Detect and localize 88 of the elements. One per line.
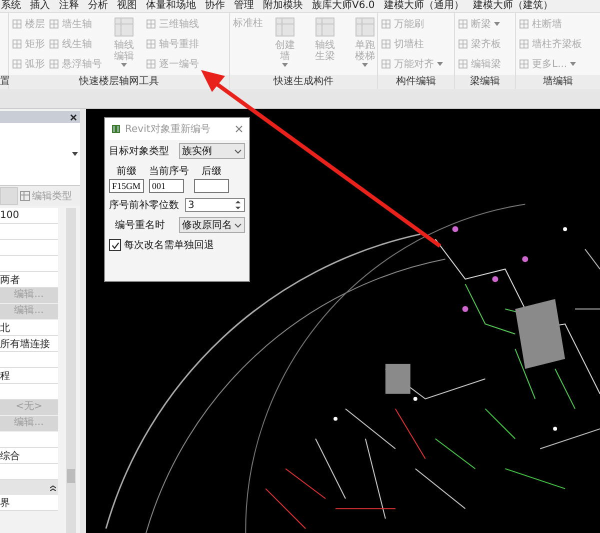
property-value[interactable] — [0, 256, 58, 272]
caret-icon[interactable] — [72, 152, 78, 156]
menu-item[interactable]: 插入 — [30, 0, 50, 12]
menu-item[interactable]: 管理 — [234, 0, 254, 12]
tool-icon — [458, 39, 468, 49]
panel-label: 构件编辑 — [378, 75, 454, 89]
tool-icon — [49, 59, 59, 69]
property-value[interactable]: 所有墙连接 — [0, 336, 58, 352]
property-value[interactable] — [0, 384, 58, 400]
checkbox[interactable] — [109, 239, 121, 251]
tool-icon — [519, 59, 529, 69]
tool-icon — [519, 19, 529, 29]
tool-icon — [146, 39, 156, 49]
panel-label: 墙编辑 — [516, 75, 600, 89]
property-value[interactable] — [0, 352, 58, 368]
field-label: 当前序号 — [149, 164, 189, 178]
section-header[interactable] — [0, 480, 58, 495]
spinner-arrows-icon — [234, 199, 242, 211]
property-value[interactable]: 100 — [0, 208, 58, 224]
menu-item[interactable]: 附加模块 — [263, 0, 303, 12]
property-value[interactable] — [0, 240, 58, 256]
menu-item[interactable]: 体量和场地 — [146, 0, 196, 12]
duplicate-name-dropdown[interactable]: 修改原同名 — [179, 217, 245, 233]
tool-icon — [353, 15, 377, 39]
property-value[interactable] — [0, 464, 58, 480]
tool-icon — [146, 19, 156, 29]
current-number-field[interactable]: 001 — [149, 179, 184, 193]
caret-icon — [437, 62, 443, 66]
prefix-field[interactable]: F15GM — [109, 179, 144, 193]
field-label: 后缀 — [200, 164, 222, 178]
tool-icon — [273, 15, 297, 39]
property-value[interactable]: 界 — [0, 495, 58, 511]
field-label: 序号前补零位数 — [109, 198, 179, 212]
menu-item[interactable]: 分析 — [88, 0, 108, 12]
field-label: 编号重名时 — [114, 218, 165, 232]
type-selector[interactable] — [0, 187, 18, 205]
menu-item[interactable]: 协作 — [205, 0, 225, 12]
tool-icon — [519, 39, 529, 49]
field-label: 目标对象类型 — [109, 144, 169, 158]
menu-item[interactable]: 视图 — [117, 0, 137, 12]
property-value[interactable]: 程 — [0, 368, 58, 384]
collapse-icon — [50, 484, 56, 490]
edit-button[interactable]: 编辑... — [0, 416, 58, 432]
chevron-icon — [234, 222, 242, 228]
app-icon — [111, 124, 121, 134]
caret-icon — [121, 63, 127, 67]
caret-icon — [282, 63, 288, 67]
property-value[interactable]: 综合 — [0, 448, 58, 464]
checkbox-label: 每次改名需单独回退 — [124, 238, 214, 252]
field-label: 前缀 — [116, 165, 138, 178]
table-icon — [20, 191, 30, 201]
tool-icon — [381, 39, 391, 49]
tool-icon — [313, 15, 337, 39]
suffix-field[interactable] — [194, 179, 229, 193]
object-type-dropdown[interactable]: 族实例 — [179, 143, 245, 159]
close-icon[interactable] — [235, 125, 243, 133]
property-value[interactable]: 两者 — [0, 272, 58, 288]
caret-icon — [570, 62, 576, 66]
tool-icon — [458, 59, 468, 69]
tool-icon — [381, 59, 391, 69]
property-value[interactable] — [0, 224, 58, 240]
menu-item[interactable]: 建模大师（通用） — [384, 0, 464, 12]
panel-label: 快速楼层轴网工具 — [9, 75, 229, 89]
tool-icon — [12, 59, 22, 69]
tool-icon — [12, 39, 22, 49]
caret-icon — [494, 22, 500, 26]
tool-icon — [49, 19, 59, 29]
panel-label: 梁编辑 — [455, 75, 515, 89]
edit-button[interactable]: 编辑... — [0, 288, 58, 304]
close-icon[interactable] — [70, 114, 77, 120]
panel-label: 置 — [0, 75, 8, 89]
panel-label: 快速生成构件 — [230, 75, 377, 89]
scrollbar[interactable] — [66, 208, 76, 533]
dialog-title: Revit对象重新编号 — [125, 122, 212, 136]
property-value[interactable]: 北 — [0, 320, 58, 336]
caret-icon — [362, 63, 368, 67]
tool-icon — [146, 59, 156, 69]
edit-button[interactable]: 编辑... — [0, 304, 58, 320]
menu-item[interactable]: 建模大师（建筑） — [472, 0, 553, 12]
property-value[interactable] — [0, 432, 58, 448]
tool-icon — [112, 15, 136, 39]
tool-icon — [49, 39, 59, 49]
chevron-icon — [234, 148, 242, 154]
tool-icon — [12, 19, 22, 29]
tool-icon — [458, 19, 468, 29]
zero-padding-spinner[interactable]: 3 — [185, 198, 245, 212]
edit-button[interactable]: <无> — [0, 400, 58, 416]
tool-icon — [381, 19, 391, 29]
